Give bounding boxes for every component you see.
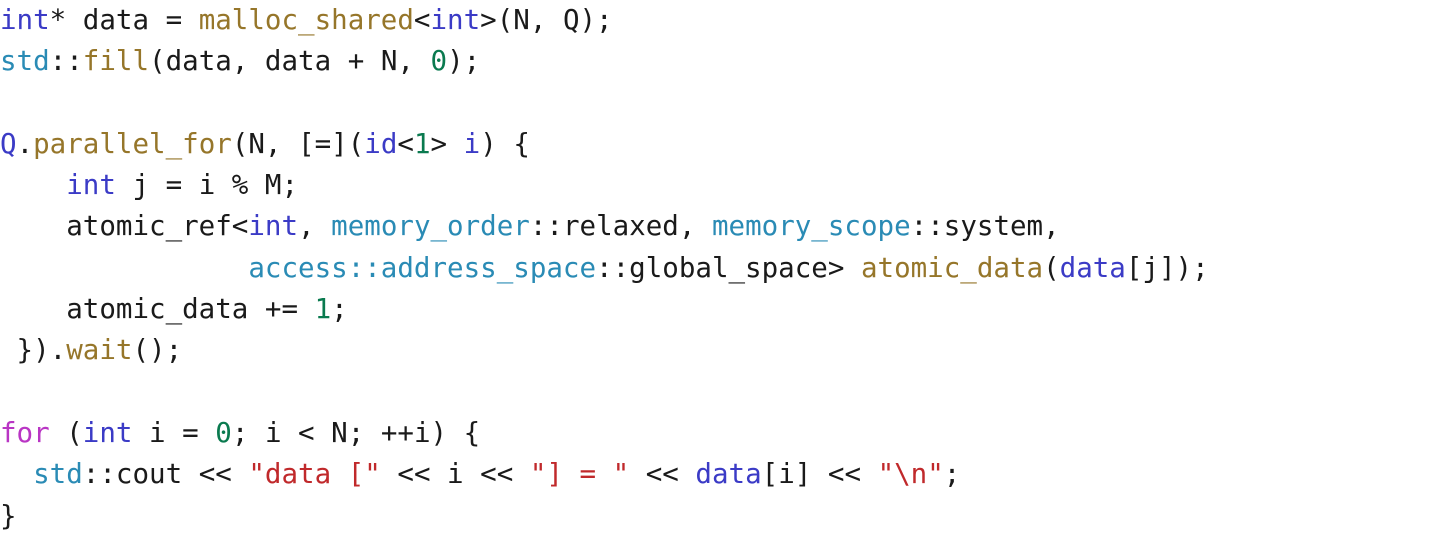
code-token-function: fill [82,45,150,78]
code-token-plain: ::relaxed, [529,210,712,243]
code-token-plain: > [430,127,464,160]
code-token-namespace: std [33,458,83,491]
code-token-type: int [430,4,481,36]
code-token-plain: ; [331,293,348,326]
code-token-number: 1 [314,293,332,326]
code-token-plain: << [629,458,696,491]
code-token-namespace: memory_order [331,210,530,243]
code-line: for (int i = 0; i < N; ++i) { [0,413,1442,454]
code-token-function: parallel_for [33,127,232,160]
code-token-plain: (N, [=]( [231,127,365,160]
code-token-plain: < [397,127,414,160]
code-token-plain: ::cout << [82,458,249,491]
code-token-plain: ); [447,45,481,78]
code-token-namespace: memory_scope [711,210,911,243]
code-token-plain: atomic_ref< [0,210,249,243]
code-token-type: Q [0,127,17,160]
code-token-plain: * data = [49,4,199,36]
code-token-plain: [j]); [1125,251,1209,284]
code-token-plain: j = i % M; [115,169,299,202]
code-token-plain: i = [132,416,216,449]
code-line: }).wait(); [0,330,1442,371]
code-token-function: malloc_shared [198,4,414,36]
code-token-namespace: access::address_space [248,251,597,284]
code-token-type: data [695,458,762,491]
code-token-plain: ) { [480,127,530,160]
code-line: Q.parallel_for(N, [=](id<1> i) { [0,124,1442,165]
code-line: atomic_data += 1; [0,289,1442,330]
code-token-number: 1 [413,127,431,160]
code-token-plain: [i] << [761,458,878,491]
code-token-plain: , [298,210,332,243]
code-token-function: atomic_data [860,251,1044,284]
code-token-plain: :: [49,45,83,78]
code-token-plain: ( [1043,251,1060,284]
code-line: } [0,496,1442,537]
code-token-type: int [248,210,299,243]
code-token-function: wait [66,334,133,367]
code-token-type: data [1059,251,1126,284]
code-token-type: i [463,127,481,160]
code-token-plain: . [16,127,34,160]
code-token-string: "data [" [248,458,381,491]
code-line: int j = i % M; [0,165,1442,206]
code-token-namespace: std [0,45,50,78]
code-token-plain: ::global_space> [596,251,861,284]
code-token-type: int [82,416,133,449]
code-token-plain: << i << [380,458,530,491]
code-listing: int* data = malloc_shared<int>(N, Q); std… [0,0,1442,537]
code-token-plain: (data, data + N, [149,45,431,78]
code-line: std::cout << "data [" << i << "] = " << … [0,454,1442,495]
code-token-number: 0 [215,416,232,449]
code-token-plain: } [0,499,17,532]
code-token-plain: (); [132,334,183,367]
code-token-type: int [66,169,116,202]
code-token-number: 0 [430,45,448,78]
code-token-plain: ::system, [910,210,1060,243]
code-token-string: "] = " [529,458,630,491]
code-token-keyword: for [0,416,50,449]
code-line: int* data = malloc_shared<int>(N, Q); [0,0,1442,41]
code-token-type: int [0,4,50,36]
code-line: access::address_space::global_space> ato… [0,248,1442,289]
code-token-plain: }). [0,334,67,367]
code-token-plain: atomic_data += [0,293,315,326]
code-line: atomic_ref<int, memory_order::relaxed, m… [0,206,1442,247]
code-token-plain: < [413,4,431,36]
code-token-string: "\n" [877,458,944,491]
code-line: std::fill(data, data + N, 0); [0,41,1442,82]
code-token-plain: >(N, Q); [480,4,613,36]
code-token-plain: ( [49,416,83,449]
code-token-plain: ; [943,458,961,491]
code-token-type: id [364,127,398,160]
code-token-plain: ; i < N; ++i) { [231,416,481,449]
